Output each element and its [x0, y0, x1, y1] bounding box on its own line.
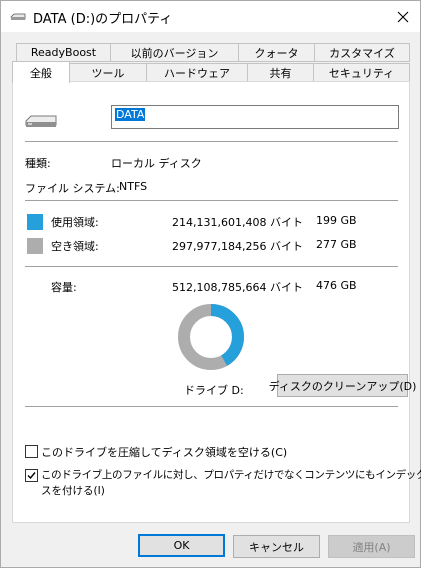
- tab-security[interactable]: セキュリティ: [313, 63, 410, 82]
- drive-label: ドライブ D:: [184, 384, 244, 397]
- tab-quota[interactable]: クォータ: [238, 43, 315, 62]
- divider: [25, 266, 398, 267]
- general-panel: DATA 種類: ローカル ディスク ファイル システム: NTFS 使用領域:…: [12, 81, 421, 523]
- type-label: 種類:: [25, 157, 51, 170]
- drive-icon: [10, 13, 26, 20]
- title-bar: DATA (D:)のプロパティ: [1, 1, 420, 32]
- used-space-swatch: [27, 214, 43, 230]
- drive-icon: [25, 115, 57, 127]
- cancel-button[interactable]: キャンセル: [233, 535, 320, 558]
- free-space-swatch: [27, 238, 43, 254]
- tab-readyboost[interactable]: ReadyBoost: [16, 43, 111, 62]
- divider: [25, 406, 398, 407]
- tab-customize[interactable]: カスタマイズ: [314, 43, 410, 62]
- tab-tools[interactable]: ツール: [69, 63, 147, 82]
- disk-cleanup-button[interactable]: ディスクのクリーンアップ(D): [269, 374, 416, 397]
- tab-sharing[interactable]: 共有: [247, 63, 314, 82]
- tab-previous-versions[interactable]: 以前のバージョン: [110, 43, 239, 62]
- close-button[interactable]: [386, 1, 420, 32]
- filesystem-label: ファイル システム:: [25, 182, 120, 195]
- properties-window: DATA (D:)のプロパティ ReadyBoost 以前のバージョン クォータ…: [0, 0, 421, 568]
- free-space-label: 空き領域:: [51, 240, 99, 253]
- tab-general[interactable]: 全般: [12, 61, 70, 83]
- compress-checkbox[interactable]: [25, 445, 38, 458]
- used-space-bytes: 214,131,601,408 バイト: [172, 216, 303, 229]
- checkmark-icon: [27, 472, 36, 480]
- close-icon: [397, 11, 409, 22]
- ok-button[interactable]: OK: [138, 534, 225, 557]
- tab-hardware[interactable]: ハードウェア: [146, 63, 248, 82]
- divider: [25, 141, 398, 142]
- index-checkbox[interactable]: [25, 469, 38, 482]
- apply-button[interactable]: 適用(A): [328, 535, 415, 558]
- filesystem-value: NTFS: [119, 180, 148, 193]
- divider: [25, 200, 398, 201]
- used-space-size: 199 GB: [316, 214, 357, 227]
- index-label-line2[interactable]: スを付ける(I): [41, 483, 105, 498]
- usage-donut-chart: [178, 304, 244, 370]
- capacity-bytes: 512,108,785,664 バイト: [172, 281, 303, 294]
- capacity-label: 容量:: [51, 281, 77, 294]
- window-title: DATA (D:)のプロパティ: [33, 12, 173, 27]
- volume-name-text: DATA: [115, 108, 146, 121]
- volume-name-field[interactable]: DATA: [111, 105, 399, 129]
- capacity-size: 476 GB: [316, 279, 357, 292]
- free-space-size: 277 GB: [316, 238, 357, 251]
- compress-label[interactable]: このドライブを圧縮してディスク領域を空ける(C): [41, 444, 287, 460]
- type-value: ローカル ディスク: [111, 157, 202, 170]
- free-space-bytes: 297,977,184,256 バイト: [172, 240, 303, 253]
- index-label-line1[interactable]: このドライブ上のファイルに対し、プロパティだけでなくコンテンツにもインデック: [41, 467, 421, 482]
- used-space-label: 使用領域:: [51, 216, 99, 229]
